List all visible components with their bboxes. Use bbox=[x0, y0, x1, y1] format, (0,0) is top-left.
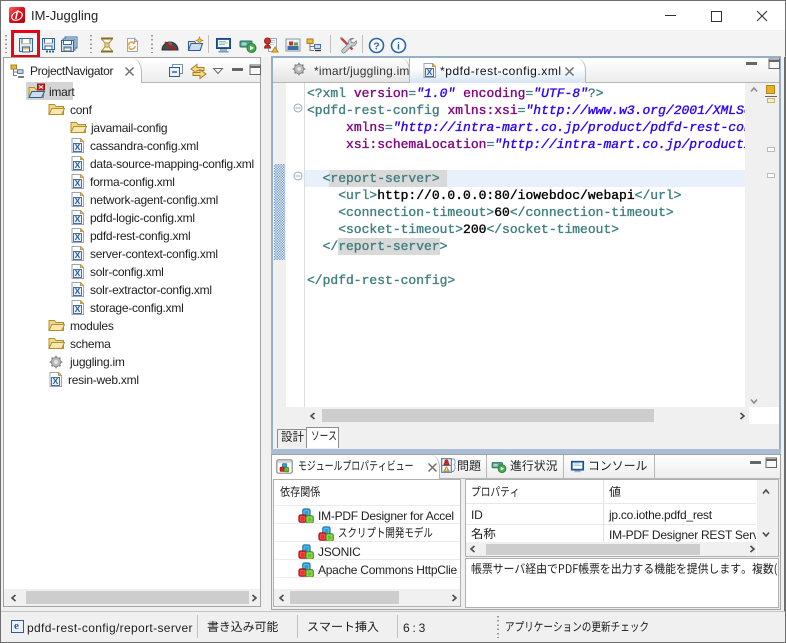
svg-text:i: i bbox=[397, 40, 400, 52]
svg-text:X: X bbox=[75, 178, 81, 188]
svg-text:X: X bbox=[75, 232, 81, 242]
svg-text:X: X bbox=[53, 376, 59, 386]
svg-text:X: X bbox=[75, 250, 81, 260]
svg-text:?: ? bbox=[373, 40, 379, 52]
svg-text:X: X bbox=[427, 67, 433, 77]
svg-text:X: X bbox=[75, 304, 81, 314]
svg-text:X: X bbox=[75, 160, 81, 170]
svg-text:X: X bbox=[75, 142, 81, 152]
svg-text:X: X bbox=[75, 268, 81, 278]
svg-text:X: X bbox=[75, 196, 81, 206]
svg-text:X: X bbox=[75, 286, 81, 296]
svg-text:X: X bbox=[75, 214, 81, 224]
